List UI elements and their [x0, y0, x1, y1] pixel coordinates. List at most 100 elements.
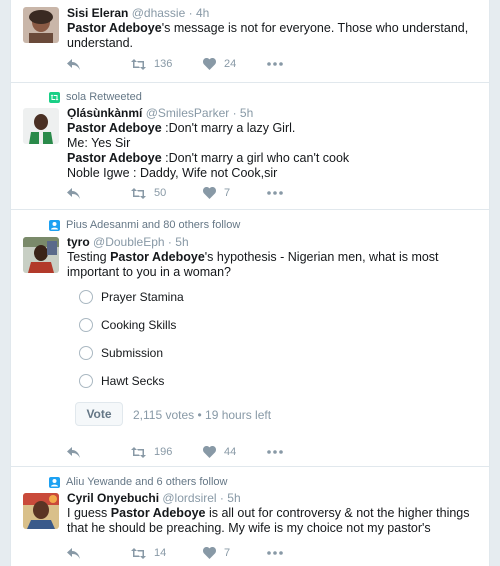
- poll-option-1[interactable]: Prayer Stamina: [79, 290, 184, 304]
- tweet-text-line: Noble Igwe : Daddy, Wife not Cook,sir: [67, 166, 477, 181]
- reply-icon: [67, 446, 80, 458]
- search-term: Pastor Adeboye: [67, 151, 162, 165]
- like-button[interactable]: 44: [203, 446, 267, 458]
- timestamp[interactable]: 5h: [240, 106, 253, 120]
- author-name[interactable]: tyro: [67, 235, 90, 249]
- like-button[interactable]: 7: [203, 187, 267, 199]
- like-count: 7: [224, 547, 231, 559]
- more-button[interactable]: [267, 62, 283, 66]
- like-icon: [203, 187, 216, 199]
- poll-option-label: Cooking Skills: [101, 318, 177, 332]
- follow-context-label[interactable]: Aliu Yewande and 6 others follow: [66, 476, 227, 488]
- timestamp[interactable]: 4h: [196, 6, 209, 20]
- retweet-count: 196: [154, 446, 173, 458]
- retweet-button[interactable]: 136: [131, 58, 203, 70]
- follow-context-label[interactable]: Pius Adesanmi and 80 others follow: [66, 219, 240, 231]
- more-button[interactable]: [267, 551, 283, 555]
- tweet-actions: 50 7: [67, 187, 283, 199]
- vote-button[interactable]: Vote: [75, 402, 123, 426]
- follow-context: Aliu Yewande and 6 others follow: [49, 476, 227, 488]
- author-name[interactable]: Sisi Eleran: [67, 6, 128, 20]
- reply-icon: [67, 58, 80, 70]
- reply-button[interactable]: [67, 58, 131, 70]
- like-icon: [203, 446, 216, 458]
- tweet-header: Sisi Eleran @dhassie · 4h: [67, 6, 477, 21]
- retweet-button[interactable]: 196: [131, 446, 203, 458]
- radio-button[interactable]: [79, 346, 93, 360]
- tweet-sisi-eleran[interactable]: Sisi Eleran @dhassie · 4h Pastor Adeboye…: [11, 0, 489, 83]
- author-name[interactable]: Ọlásùnkànmí: [67, 106, 142, 120]
- tweet-text-start: I guess: [67, 506, 111, 520]
- tweet-text-start: Testing: [67, 250, 111, 264]
- reply-icon: [67, 187, 80, 199]
- like-icon: [203, 58, 216, 70]
- reply-button[interactable]: [67, 187, 131, 199]
- avatar[interactable]: [23, 7, 59, 43]
- retweet-button[interactable]: 50: [131, 187, 203, 199]
- separator: ·: [219, 491, 224, 505]
- tweet-cyril-onyebuchi[interactable]: Aliu Yewande and 6 others follow Cyril O…: [11, 467, 489, 566]
- author-handle[interactable]: @SmilesParker: [146, 106, 230, 120]
- retweet-icon: [131, 446, 146, 458]
- avatar[interactable]: [23, 108, 59, 144]
- search-term: Pastor Adeboye: [67, 121, 162, 135]
- like-count: 24: [224, 58, 237, 70]
- radio-button[interactable]: [79, 290, 93, 304]
- poll-option-4[interactable]: Hawt Secks: [79, 374, 164, 388]
- avatar[interactable]: [23, 493, 59, 529]
- like-button[interactable]: 24: [203, 58, 267, 70]
- retweet-count: 14: [154, 547, 167, 559]
- more-button[interactable]: [267, 450, 283, 454]
- like-icon: [203, 547, 216, 559]
- more-icon: [267, 62, 283, 66]
- retweet-button[interactable]: 14: [131, 547, 203, 559]
- poll-option-label: Hawt Secks: [101, 374, 165, 388]
- tweet-text: I guess Pastor Adeboye is all out for co…: [67, 506, 477, 536]
- separator: ·: [232, 106, 237, 120]
- search-term: Pastor Adeboye: [110, 506, 206, 520]
- tweet-actions: 196 44: [67, 446, 283, 458]
- poll-option-label: Prayer Stamina: [101, 290, 184, 304]
- like-count: 44: [224, 446, 237, 458]
- tweet-actions: 136 24: [67, 58, 283, 70]
- tweet-header: Ọlásùnkànmí @SmilesParker · 5h: [67, 106, 477, 121]
- retweet-count: 50: [154, 187, 167, 199]
- tweet-header: tyro @DoubleEph · 5h: [67, 235, 477, 250]
- radio-button[interactable]: [79, 374, 93, 388]
- poll-option-3[interactable]: Submission: [79, 346, 163, 360]
- retweet-context-label[interactable]: sola Retweeted: [66, 91, 142, 103]
- tweet-text-line: Me: Yes Sir: [67, 136, 477, 151]
- author-handle[interactable]: @dhassie: [132, 6, 186, 20]
- retweet-count: 136: [154, 58, 173, 70]
- author-handle[interactable]: @DoubleEph: [93, 235, 165, 249]
- line-text: Noble Igwe : Daddy, Wife not Cook,sir: [67, 166, 278, 180]
- line-text: :Don't marry a girl who can't cook: [161, 151, 350, 165]
- author-name[interactable]: Cyril Onyebuchi: [67, 491, 159, 505]
- poll-option-2[interactable]: Cooking Skills: [79, 318, 176, 332]
- more-icon: [267, 551, 283, 555]
- tweet-actions: 14 7: [67, 547, 283, 559]
- more-icon: [267, 191, 283, 195]
- author-handle[interactable]: @lordsirel: [162, 491, 216, 505]
- retweet-context: sola Retweeted: [49, 91, 142, 103]
- reply-button[interactable]: [67, 547, 131, 559]
- retweet-icon: [131, 547, 146, 559]
- like-count: 7: [224, 187, 231, 199]
- more-icon: [267, 450, 283, 454]
- more-button[interactable]: [267, 191, 283, 195]
- tweet-text: Pastor Adeboye's message is not for ever…: [67, 21, 477, 51]
- retweet-icon: [131, 187, 146, 199]
- timestamp[interactable]: 5h: [175, 235, 188, 249]
- reply-button[interactable]: [67, 446, 131, 458]
- timeline: Sisi Eleran @dhassie · 4h Pastor Adeboye…: [10, 0, 490, 566]
- like-button[interactable]: 7: [203, 547, 267, 559]
- radio-button[interactable]: [79, 318, 93, 332]
- timestamp[interactable]: 5h: [227, 491, 240, 505]
- tweet-olasunkanmi[interactable]: sola Retweeted Ọlásùnkànmí @SmilesParker…: [11, 83, 489, 210]
- tweet-text-line: Pastor Adeboye :Don't marry a girl who c…: [67, 151, 477, 166]
- tweet-tyro-poll[interactable]: Pius Adesanmi and 80 others follow tyro …: [11, 210, 489, 467]
- retweet-icon: [131, 58, 146, 70]
- separator: ·: [167, 235, 172, 249]
- avatar[interactable]: [23, 237, 59, 273]
- hashtag-search-term: Pastor Adeboye: [67, 21, 162, 35]
